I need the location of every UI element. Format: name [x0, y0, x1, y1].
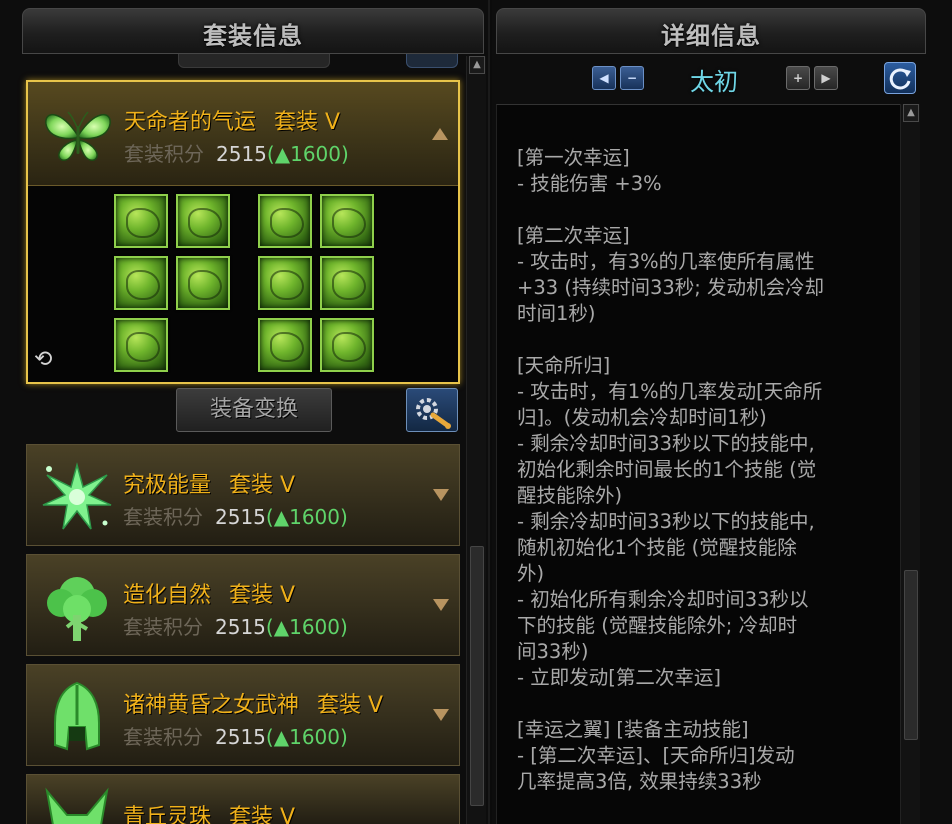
set-name-text: 天命者的气运 [124, 110, 257, 135]
energy-burst-icon [42, 462, 112, 530]
score-value: 2515 [215, 615, 266, 639]
set-name-text: 究极能量 [123, 473, 212, 498]
set-name: 究极能量 套装 V [123, 467, 295, 499]
scroll-thumb[interactable] [470, 546, 484, 806]
detail-scrollbar[interactable]: ▲ [900, 104, 920, 824]
set-score: 套装积分 2515(▲1600) [123, 611, 348, 640]
prev-button[interactable]: ◀ [592, 66, 616, 90]
set-tier: 套装 V [274, 110, 341, 135]
collapse-arrow-icon[interactable] [432, 128, 448, 140]
equipment-slot[interactable] [258, 194, 312, 248]
tree-icon [47, 577, 107, 641]
expand-arrow-icon[interactable] [433, 489, 449, 501]
set-card-header[interactable]: 天命者的气运 套装 V 套装积分 2515(▲1600) [28, 82, 458, 186]
equipment-slot[interactable] [320, 318, 374, 372]
set-tier: 套装 V [229, 583, 296, 608]
scroll-up-icon[interactable]: ▲ [469, 56, 485, 74]
set-score: 套装积分 2515(▲1600) [123, 721, 348, 750]
score-delta: (▲1600) [265, 725, 348, 749]
set-name: 造化自然 套装 V [123, 577, 295, 609]
increase-button[interactable]: + [786, 66, 810, 90]
refresh-icon[interactable]: ⟲ [34, 347, 52, 372]
previous-row-stub [178, 54, 330, 68]
previous-row-stub-blue [406, 54, 458, 68]
equipment-slot[interactable] [320, 194, 374, 248]
set-card[interactable]: 青丘灵珠 套装 V [26, 774, 460, 824]
set-info-title: 套装信息 [203, 22, 303, 50]
equipment-slot[interactable] [258, 256, 312, 310]
tier-navigation: ◀ − 太初 + ▶ [492, 58, 952, 104]
score-value: 2515 [216, 142, 267, 166]
set-list-scrollbar[interactable]: ▲ [466, 56, 486, 824]
fox-icon [45, 787, 109, 824]
score-delta: (▲1600) [266, 142, 349, 166]
detail-info-panel: 详细信息 ◀ − 太初 + ▶ [第一次幸运] - 技能伤害 +3% [第二次幸… [492, 0, 952, 824]
set-name: 青丘灵珠 套装 V [123, 799, 295, 824]
set-name: 天命者的气运 套装 V [124, 104, 340, 136]
set-card[interactable]: 究极能量 套装 V 套装积分 2515(▲1600) [26, 444, 460, 546]
valkyrie-helmet-icon [54, 681, 100, 751]
score-label: 套装积分 [124, 142, 204, 166]
tier-title: 太初 [690, 68, 738, 96]
equipment-slot[interactable] [176, 194, 230, 248]
set-card[interactable]: 诸神黄昏之女武神 套装 V 套装积分 2515(▲1600) [26, 664, 460, 766]
score-delta: (▲1600) [265, 505, 348, 529]
equipment-transform-button[interactable]: 装备变换 [176, 388, 332, 432]
detail-info-title: 详细信息 [661, 22, 761, 50]
equipment-slot[interactable] [114, 194, 168, 248]
equipment-slot[interactable] [258, 318, 312, 372]
equipment-slot[interactable] [320, 256, 374, 310]
wrench-gear-icon [416, 398, 451, 429]
set-name: 诸神黄昏之女武神 套装 V [123, 687, 383, 719]
equipment-slot[interactable] [114, 318, 168, 372]
set-tier: 套装 V [317, 693, 384, 718]
score-label: 套装积分 [123, 725, 203, 749]
refresh-button[interactable] [884, 62, 916, 94]
detail-text-box: [第一次幸运] - 技能伤害 +3% [第二次幸运] - 攻击时，有3%的几率使… [496, 104, 912, 824]
score-label: 套装积分 [123, 615, 203, 639]
set-tier: 套装 V [229, 473, 296, 498]
set-tier: 套装 V [229, 805, 296, 824]
set-name-text: 造化自然 [123, 583, 212, 608]
butterfly-icon [45, 111, 111, 161]
set-score: 套装积分 2515(▲1600) [124, 138, 349, 167]
score-value: 2515 [215, 725, 266, 749]
detail-info-header: 详细信息 [496, 8, 926, 54]
expand-arrow-icon[interactable] [433, 599, 449, 611]
score-delta: (▲1600) [265, 615, 348, 639]
set-card[interactable]: 造化自然 套装 V 套装积分 2515(▲1600) [26, 554, 460, 656]
scroll-up-icon[interactable]: ▲ [903, 104, 919, 122]
set-card-expanded[interactable]: 天命者的气运 套装 V 套装积分 2515(▲1600) ⟲ [26, 80, 460, 384]
set-info-header: 套装信息 [22, 8, 484, 54]
score-label: 套装积分 [123, 505, 203, 529]
score-value: 2515 [215, 505, 266, 529]
refresh-icon [889, 68, 911, 90]
scroll-thumb[interactable] [904, 570, 918, 740]
equipment-slot[interactable] [176, 256, 230, 310]
equipment-slot[interactable] [114, 256, 168, 310]
set-name-text: 青丘灵珠 [123, 805, 212, 824]
expand-arrow-icon[interactable] [433, 709, 449, 721]
settings-button[interactable] [406, 388, 458, 432]
set-effect-description: [第一次幸运] - 技能伤害 +3% [第二次幸运] - 攻击时，有3%的几率使… [517, 146, 825, 793]
next-button[interactable]: ▶ [814, 66, 838, 90]
set-score: 套装积分 2515(▲1600) [123, 501, 348, 530]
decrease-button[interactable]: − [620, 66, 644, 90]
set-name-text: 诸神黄昏之女武神 [123, 693, 300, 718]
set-info-panel: 套装信息 天命者的气运 套装 V 套装积分 2515(▲1600) ⟲ 装备变换… [0, 0, 490, 824]
